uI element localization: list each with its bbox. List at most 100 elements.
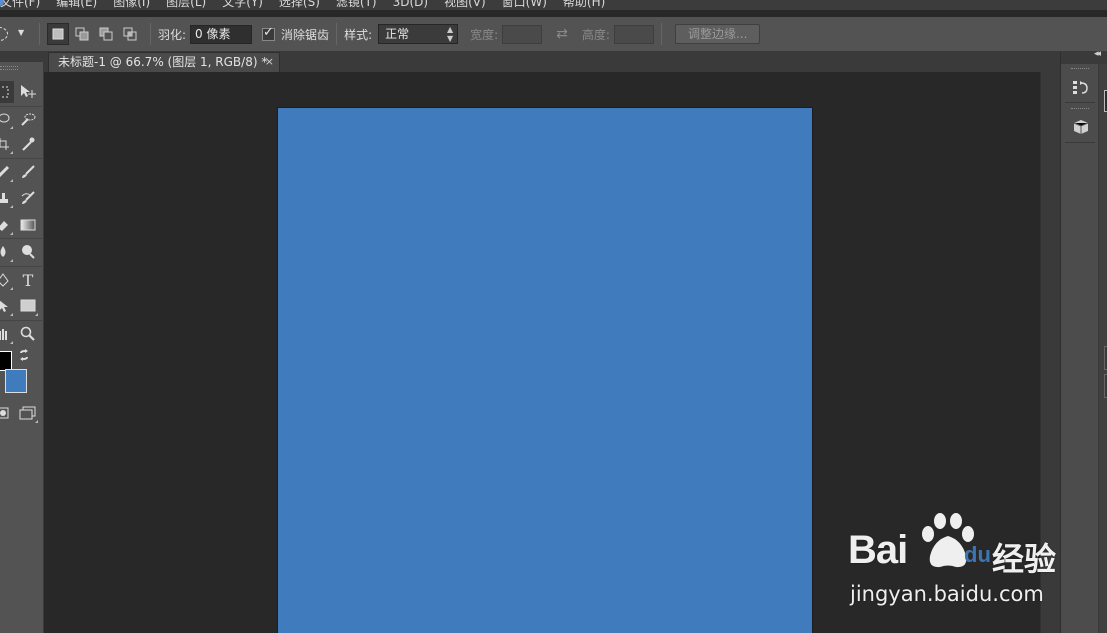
- quick-mask-button[interactable]: [0, 402, 14, 424]
- menu-file[interactable]: 文件(F): [0, 0, 40, 10]
- gradient-tool[interactable]: [17, 214, 39, 236]
- tools-panel-header: [0, 52, 44, 62]
- move-icon: [21, 85, 36, 98]
- quick-selection-tool[interactable]: [17, 108, 39, 130]
- pen-tool[interactable]: [0, 269, 14, 291]
- history-brush-icon: [21, 191, 35, 204]
- add-to-selection-button[interactable]: [71, 23, 93, 45]
- logo-jingyan-text: 经验: [992, 540, 1057, 578]
- dock-header: [1061, 52, 1107, 64]
- logo-du-text: du: [964, 542, 991, 567]
- menu-filter[interactable]: 滤镜(T): [336, 0, 377, 10]
- antialias-checkbox[interactable]: [262, 25, 276, 41]
- marquee-tool[interactable]: [0, 81, 14, 103]
- menu-window[interactable]: 窗口(W): [502, 0, 547, 10]
- quick-selection-icon: [21, 113, 36, 126]
- baidu-logo: Bai du 经验: [848, 512, 1056, 580]
- history-panel-button[interactable]: [1070, 76, 1092, 98]
- menu-type[interactable]: 文字(Y): [222, 0, 263, 10]
- right-panel-dock: ◂◂: [1060, 49, 1107, 633]
- menu-3d[interactable]: 3D(D): [393, 0, 428, 9]
- history-icon: [1073, 81, 1088, 94]
- foreground-color-swatch[interactable]: [0, 351, 12, 371]
- brush-icon: [22, 165, 35, 178]
- width-input[interactable]: [502, 24, 543, 44]
- tool-preset-picker[interactable]: ▼: [0, 22, 32, 46]
- screen-mode-button[interactable]: [17, 402, 39, 424]
- add-selection-icon: [75, 27, 89, 41]
- intersect-selection-button[interactable]: [119, 23, 141, 45]
- updown-caret-icon: ▲ ▼: [446, 25, 454, 43]
- document-tab-title: 未标题-1 @ 66.7% (图层 1, RGB/8) *: [58, 55, 268, 69]
- new-selection-icon: [52, 28, 64, 40]
- divider: [336, 23, 338, 45]
- properties-panel-button[interactable]: [1070, 116, 1092, 138]
- document-tab[interactable]: 未标题-1 @ 66.7% (图层 1, RGB/8) * ×: [48, 52, 280, 72]
- menu-help[interactable]: 帮助(H): [563, 0, 605, 10]
- options-bar: ▼ 羽化: 0 像素 消除锯齿 样式: 正常 ▲▼ 宽度: ⇄ 高度: 调整边缘…: [0, 17, 1107, 52]
- eyedropper-icon: [22, 137, 35, 151]
- rectangle-tool[interactable]: [17, 295, 39, 317]
- hand-icon: [0, 329, 7, 340]
- blur-tool[interactable]: [0, 241, 14, 263]
- background-color-swatch[interactable]: [5, 369, 27, 393]
- path-selection-tool[interactable]: [0, 295, 14, 317]
- hand-tool[interactable]: [0, 323, 14, 345]
- divider: [0, 266, 44, 267]
- new-selection-button[interactable]: [47, 23, 69, 45]
- subtract-selection-icon: [99, 27, 113, 41]
- gradient-icon: [20, 219, 36, 231]
- logo-bai-text: Bai: [848, 528, 908, 572]
- style-select[interactable]: 正常 ▲ ▼: [378, 24, 459, 44]
- clone-stamp-tool[interactable]: [0, 187, 14, 209]
- brush-tool[interactable]: [17, 161, 39, 183]
- divider: [0, 158, 44, 159]
- history-brush-tool[interactable]: [17, 187, 39, 209]
- divider: [1065, 142, 1095, 143]
- healing-tool[interactable]: [0, 161, 14, 183]
- crop-tool[interactable]: [0, 133, 14, 155]
- type-tool[interactable]: T: [17, 269, 39, 291]
- cube-icon: [1073, 120, 1089, 134]
- subtract-from-selection-button[interactable]: [95, 23, 117, 45]
- swap-arrows-icon: [20, 349, 28, 361]
- intersect-selection-icon: [123, 27, 137, 41]
- divider: [39, 23, 40, 45]
- zoom-tool[interactable]: [17, 323, 39, 345]
- collapse-panels-icon[interactable]: ◂◂: [1094, 49, 1101, 59]
- panel-grip[interactable]: [1071, 108, 1089, 111]
- swap-colors-button[interactable]: [17, 348, 31, 362]
- refine-edge-button[interactable]: 调整边缘...: [674, 24, 761, 44]
- menu-layer[interactable]: 图层(L): [166, 0, 206, 10]
- menu-edit[interactable]: 编辑(E): [56, 0, 97, 10]
- eraser-tool[interactable]: [0, 214, 14, 236]
- dodge-tool[interactable]: [17, 241, 39, 263]
- menu-image[interactable]: 图像(I): [113, 0, 150, 10]
- crop-icon: [0, 138, 9, 150]
- divider: [150, 23, 151, 45]
- panel-icon-strip: [1061, 64, 1099, 633]
- quick-mask-icon: [0, 407, 9, 419]
- divider: [0, 320, 44, 321]
- divider: [0, 106, 44, 107]
- feather-label: 羽化:: [158, 27, 187, 42]
- menu-select[interactable]: 选择(S): [279, 0, 320, 10]
- move-tool[interactable]: [17, 81, 39, 103]
- panel-grip[interactable]: [1071, 68, 1089, 71]
- feather-input[interactable]: 0 像素: [190, 24, 253, 44]
- type-icon: T: [22, 270, 34, 290]
- eyedropper-tool[interactable]: [17, 133, 39, 155]
- document-canvas[interactable]: [278, 108, 812, 633]
- lasso-icon: [0, 113, 10, 123]
- elliptical-marquee-icon: [0, 27, 8, 41]
- divider: [0, 238, 44, 239]
- panel-grip[interactable]: [0, 66, 18, 70]
- rectangle-icon: [20, 299, 36, 312]
- close-icon[interactable]: ×: [265, 53, 274, 71]
- style-select-value: 正常: [385, 27, 410, 41]
- swap-width-height-icon[interactable]: ⇄: [556, 26, 568, 42]
- lasso-tool[interactable]: [0, 108, 14, 130]
- stamp-icon: [0, 193, 8, 203]
- menu-view[interactable]: 视图(V): [444, 0, 486, 10]
- height-input[interactable]: [613, 24, 654, 44]
